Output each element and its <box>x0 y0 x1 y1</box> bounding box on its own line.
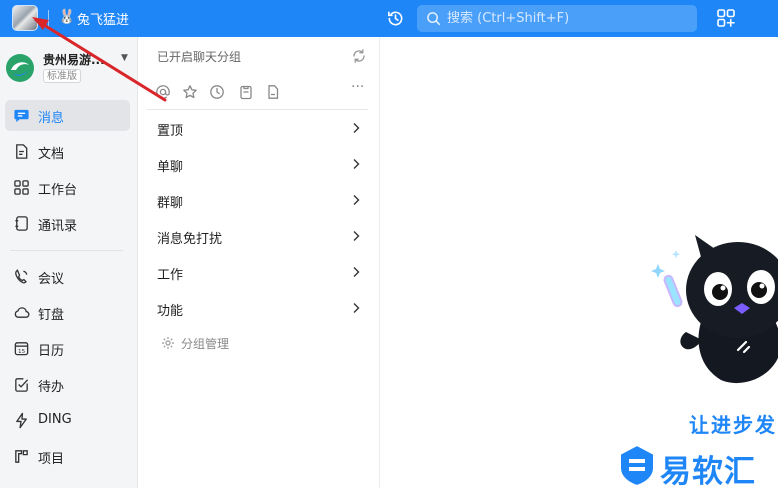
org-plan-badge: 标准版 <box>43 69 81 83</box>
rabbit-status-icon[interactable]: 🐰 <box>58 8 76 26</box>
search-box[interactable] <box>417 5 697 32</box>
sidebar-item-cloud-drive[interactable]: 钉盘 <box>5 297 130 328</box>
status-text[interactable]: 兔飞猛进 <box>77 9 129 28</box>
workbench-icon <box>14 180 29 195</box>
chevron-right-icon <box>353 303 360 313</box>
add-app-grid-icon[interactable] <box>716 8 736 28</box>
sidebar-item-label: 待办 <box>38 380 65 395</box>
contacts-icon <box>15 216 28 231</box>
main-content: 让进步发 易软汇 <box>381 37 778 488</box>
group-item-function[interactable]: 功能 <box>147 291 369 327</box>
file-icon[interactable] <box>265 84 281 100</box>
watermark-logo-icon <box>619 443 655 487</box>
group-item-pinned[interactable]: 置顶 <box>147 111 369 147</box>
sidebar-item-label: 消息 <box>38 111 65 126</box>
cloud-drive-icon <box>14 307 30 318</box>
search-input[interactable] <box>447 5 692 32</box>
sidebar-item-ding[interactable]: DING <box>5 405 130 436</box>
sidebar-divider <box>10 250 123 251</box>
slogan-text: 让进步发 <box>689 413 777 437</box>
org-switcher[interactable]: 贵州易游... ▼ 标准版 <box>5 51 135 85</box>
group-item-single-chat[interactable]: 单聊 <box>147 147 369 183</box>
group-item-group-chat[interactable]: 群聊 <box>147 183 369 219</box>
clock-icon[interactable] <box>209 84 225 100</box>
message-icon <box>14 109 29 123</box>
watermark-text: 易软汇 <box>660 454 756 488</box>
top-bar: 🐰 兔飞猛进 <box>0 0 778 37</box>
sidebar: 贵州易游... ▼ 标准版 消息 文档 工作台 通讯录 会议 钉盘 15 日历 … <box>0 37 138 488</box>
chat-groups-panel: 已开启聊天分组 ··· 置顶 单聊 群聊 消息免打扰 工作 功能 分组管理 <box>139 37 380 488</box>
watermark: 易软汇 <box>607 441 778 488</box>
sidebar-item-messages[interactable]: 消息 <box>5 100 130 131</box>
chevron-right-icon <box>353 267 360 277</box>
panel-title: 已开启聊天分组 <box>157 50 242 64</box>
group-manage-label: 分组管理 <box>181 337 230 351</box>
ding-icon <box>16 412 27 429</box>
group-item-do-not-disturb[interactable]: 消息免打扰 <box>147 219 369 255</box>
sidebar-item-label: 钉盘 <box>38 308 65 323</box>
meeting-icon <box>15 269 28 284</box>
gear-icon <box>162 337 174 349</box>
svg-text:15: 15 <box>18 349 26 355</box>
topbar-divider <box>48 10 49 27</box>
sidebar-item-workbench[interactable]: 工作台 <box>5 172 130 203</box>
sidebar-item-label: 通讯录 <box>38 219 78 234</box>
sidebar-item-meeting[interactable]: 会议 <box>5 261 130 292</box>
panel-divider <box>147 109 368 110</box>
group-label: 工作 <box>157 268 184 283</box>
sidebar-item-contacts[interactable]: 通讯录 <box>5 208 130 239</box>
sidebar-item-label: 会议 <box>38 272 65 287</box>
group-label: 功能 <box>157 304 184 319</box>
todo-icon <box>15 378 29 392</box>
caret-down-icon[interactable]: ▼ <box>121 53 128 63</box>
group-label: 单聊 <box>157 160 184 175</box>
group-label: 置顶 <box>157 124 184 139</box>
sidebar-item-project[interactable]: 项目 <box>5 441 130 472</box>
sidebar-item-todo[interactable]: 待办 <box>5 369 130 400</box>
history-icon[interactable] <box>386 9 405 28</box>
group-label: 群聊 <box>157 196 184 211</box>
filter-icon-row: ··· <box>139 79 380 103</box>
mascot-illustration <box>651 235 778 384</box>
calendar-icon: 15 <box>14 342 29 356</box>
sidebar-item-label: 工作台 <box>38 183 78 198</box>
chevron-right-icon <box>353 231 360 241</box>
project-icon <box>15 450 28 463</box>
sidebar-item-label: 日历 <box>38 344 65 359</box>
search-icon <box>427 12 441 26</box>
org-logo <box>6 54 34 82</box>
group-label: 消息免打扰 <box>157 232 223 247</box>
refresh-icon[interactable] <box>351 48 367 64</box>
sidebar-item-calendar[interactable]: 15 日历 <box>5 333 130 364</box>
group-item-work[interactable]: 工作 <box>147 255 369 291</box>
chevron-right-icon <box>353 195 360 205</box>
document-icon <box>16 144 28 159</box>
sidebar-item-documents[interactable]: 文档 <box>5 136 130 167</box>
chevron-right-icon <box>353 159 360 169</box>
more-icon[interactable]: ··· <box>351 79 367 95</box>
mention-icon[interactable] <box>155 84 171 100</box>
user-avatar[interactable] <box>12 5 38 31</box>
sidebar-item-label: 项目 <box>38 452 65 467</box>
sidebar-item-label: DING <box>38 412 72 427</box>
chevron-right-icon <box>353 123 360 133</box>
star-icon[interactable] <box>182 84 198 100</box>
sidebar-item-label: 文档 <box>38 147 65 162</box>
org-name: 贵州易游... <box>43 53 105 67</box>
clipboard-icon[interactable] <box>238 84 254 100</box>
